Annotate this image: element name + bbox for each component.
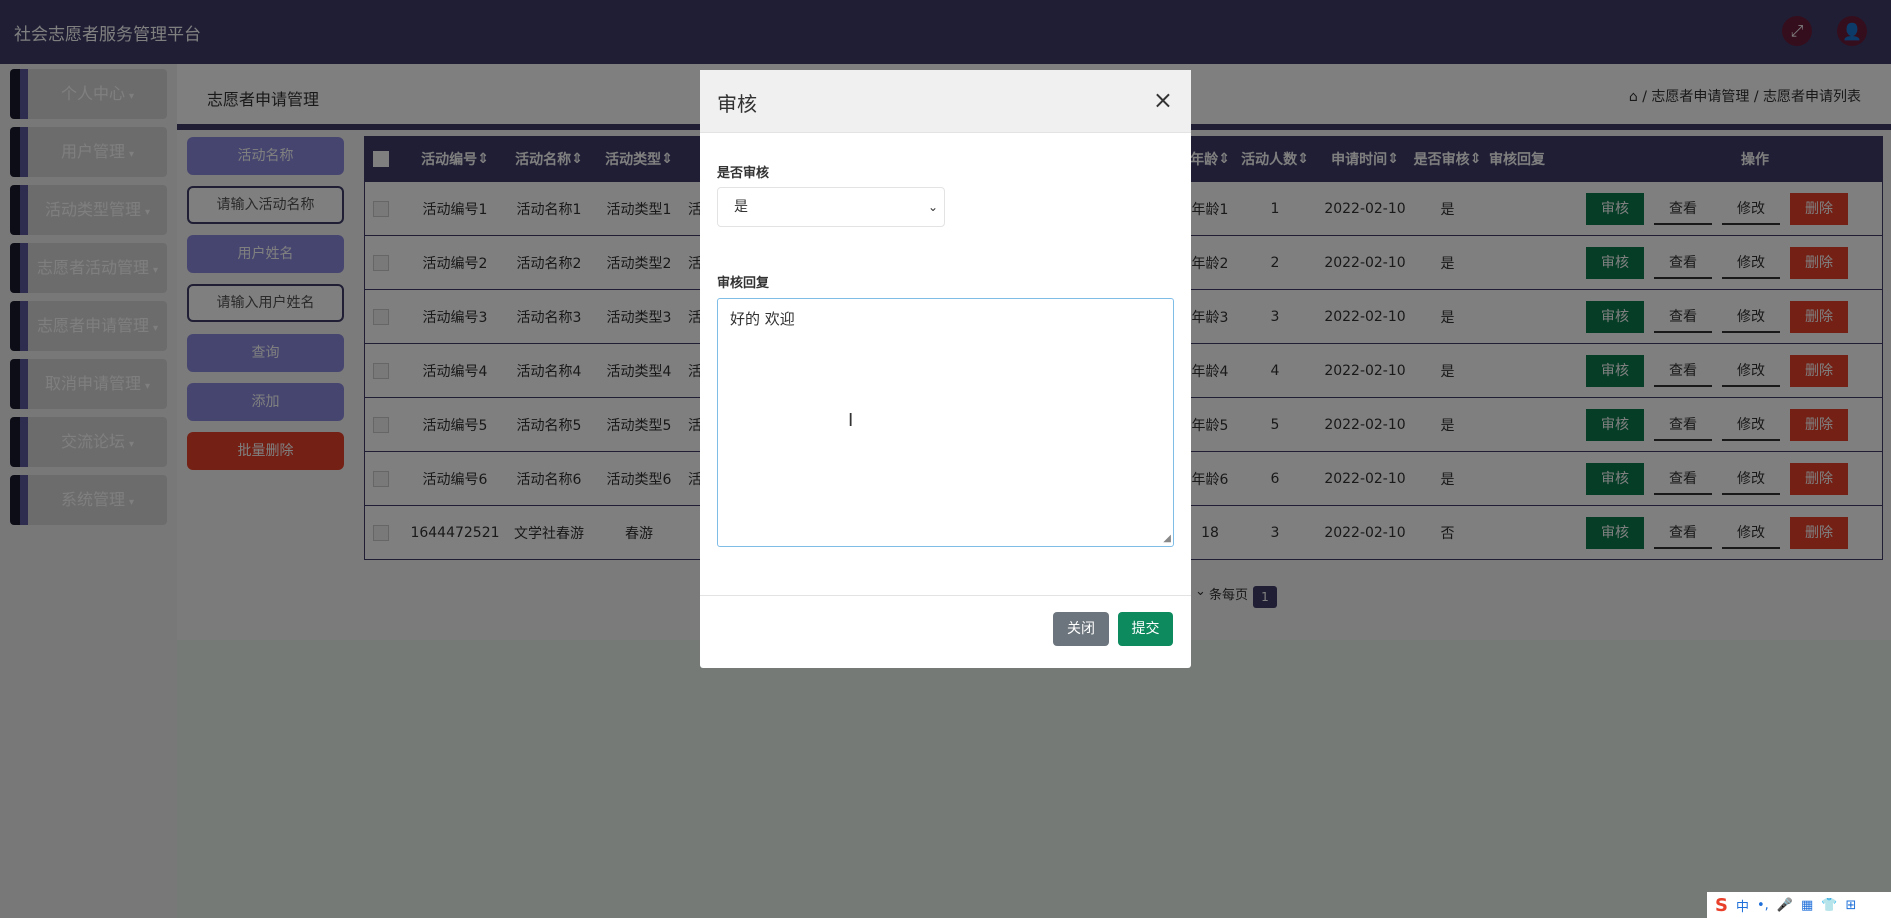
- dialog-header: 审核 ×: [700, 70, 1191, 133]
- dialog-title: 审核: [717, 92, 757, 116]
- audited-label: 是否审核: [717, 166, 770, 181]
- resize-grip-icon[interactable]: ◢: [1163, 533, 1171, 544]
- close-icon[interactable]: ×: [1153, 86, 1173, 114]
- chevron-down-icon: ⌄: [927, 200, 938, 214]
- reply-textarea[interactable]: 好的 欢迎 ◢: [717, 298, 1174, 547]
- audited-select-value: 是: [734, 199, 748, 215]
- tray-item[interactable]: ▦: [1801, 898, 1813, 913]
- tray-item[interactable]: 中: [1736, 896, 1749, 915]
- reply-label: 审核回复: [717, 276, 770, 291]
- submit-button[interactable]: 提交: [1118, 612, 1173, 646]
- sogou-logo-icon: S: [1715, 894, 1728, 916]
- ime-toolbar[interactable]: S 中 •, 🎤 ▦ 👕 ⊞: [1707, 892, 1891, 918]
- reply-text: 好的 欢迎: [730, 310, 795, 328]
- dialog-footer-divider: [700, 595, 1191, 596]
- audit-dialog: 审核 × 是否审核 是 ⌄ 审核回复 好的 欢迎 ◢ 关闭 提交: [700, 70, 1191, 668]
- close-button[interactable]: 关闭: [1053, 612, 1109, 646]
- tray-item[interactable]: 🎤: [1777, 898, 1793, 913]
- audited-select[interactable]: 是 ⌄: [717, 187, 945, 227]
- text-cursor-icon: I: [848, 410, 854, 431]
- tray-item[interactable]: ⊞: [1845, 898, 1856, 913]
- tray-item[interactable]: 👕: [1821, 898, 1837, 913]
- tray-item[interactable]: •,: [1757, 898, 1769, 913]
